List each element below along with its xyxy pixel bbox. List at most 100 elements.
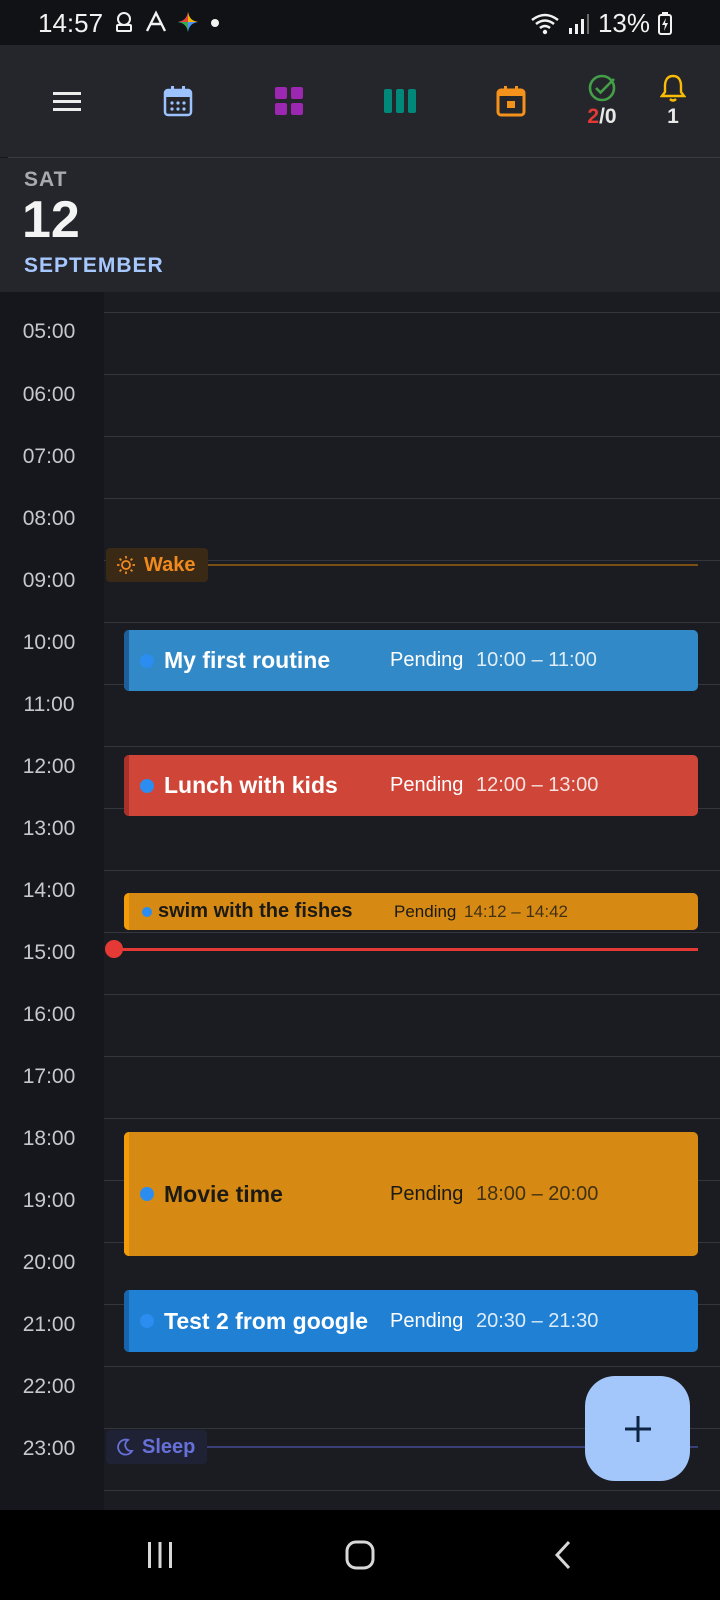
wake-marker[interactable]: Wake (106, 548, 208, 582)
dot-icon (211, 19, 219, 27)
hour-label: 20:00 (22, 1251, 76, 1274)
event-status: Pending (390, 1182, 464, 1205)
menu-button[interactable] (27, 45, 107, 157)
event-title: Movie time (164, 1180, 283, 1207)
tasks-count: 2/0 (587, 105, 616, 129)
event-time-range: 20:30 – 21:30 (476, 1309, 599, 1332)
sleep-marker[interactable]: Sleep (106, 1430, 208, 1464)
tasks-done-count: 2 (587, 105, 600, 128)
event-stripe (124, 1132, 129, 1256)
hour-line (104, 374, 720, 375)
event-dot (140, 653, 154, 668)
event-dot (142, 906, 152, 917)
tasks-counter-button[interactable]: 2/0 (562, 45, 642, 157)
hour-label: 15:00 (22, 941, 76, 964)
home-icon (345, 1540, 375, 1570)
event-time-range: 18:00 – 20:00 (476, 1182, 599, 1205)
hour-label: 22:00 (22, 1375, 76, 1398)
hour-label: 12:00 (22, 755, 76, 778)
sleep-label: Sleep (142, 1435, 196, 1458)
gemini-icon (178, 12, 198, 32)
status-notification-icons (112, 10, 222, 34)
wake-line (200, 564, 698, 566)
recent-apps-button[interactable] (130, 1532, 190, 1578)
moon-icon (117, 1438, 134, 1456)
battery-percent: 13% (597, 8, 650, 38)
add-event-button[interactable] (585, 1376, 690, 1481)
status-time: 14:57 (38, 8, 104, 38)
current-time-line (114, 948, 698, 951)
hour-line (104, 746, 720, 747)
event-status: Pending (394, 901, 457, 921)
hour-line (104, 1490, 720, 1491)
battery-charging-icon (658, 11, 672, 35)
calendar-event-icon (496, 86, 526, 117)
event-dot (140, 1314, 154, 1328)
date-header: SAT 12 SEPTEMBER (0, 158, 720, 292)
event-dot (140, 778, 154, 793)
hour-line (104, 622, 720, 623)
notifications-count: 1 (667, 105, 679, 128)
day-view-button[interactable] (138, 45, 218, 157)
event-status: Pending (390, 1309, 464, 1332)
back-button[interactable] (533, 1532, 593, 1578)
day-schedule[interactable]: 05:00 06:00 07:00 08:00 09:00 10:00 11:0… (0, 292, 720, 1510)
tasks-total-count: 0 (604, 105, 617, 128)
hour-label: 21:00 (22, 1313, 76, 1336)
hour-label: 11:00 (23, 693, 75, 716)
hour-line (104, 932, 720, 933)
hour-label: 10:00 (22, 631, 76, 654)
event-status: Pending (390, 649, 464, 671)
event-card[interactable]: Test 2 from google Pending 20:30 – 21:30 (124, 1290, 698, 1352)
grid-icon (275, 87, 303, 115)
event-stripe (124, 630, 129, 691)
notification-icon (116, 12, 132, 32)
event-card[interactable]: swim with the fishes Pending 14:12 – 14:… (124, 893, 698, 930)
event-time-range: 14:12 – 14:42 (464, 901, 568, 921)
back-icon (554, 1540, 571, 1570)
event-time-range: 10:00 – 11:00 (476, 649, 597, 671)
top-toolbar: 2/0 1 (0, 45, 720, 157)
hour-label: 16:00 (22, 1003, 76, 1026)
weekday-label: SAT (24, 168, 68, 191)
home-button[interactable] (330, 1532, 390, 1578)
hour-line (104, 1118, 720, 1119)
event-stripe (124, 755, 129, 816)
event-title: swim with the fishes (158, 900, 353, 922)
navigation-bar (0, 1510, 720, 1600)
event-title: Lunch with kids (164, 772, 338, 798)
hour-label: 09:00 (22, 569, 76, 592)
notifications-button[interactable]: 1 (633, 45, 713, 157)
hour-label: 05:00 (22, 320, 76, 343)
hour-label: 23:00 (22, 1437, 76, 1460)
event-card[interactable]: Lunch with kids Pending 12:00 – 13:00 (124, 755, 698, 816)
check-circle-icon (588, 74, 616, 102)
sun-icon (117, 556, 135, 574)
recent-apps-icon (148, 1542, 172, 1568)
grid-view-button[interactable] (249, 45, 329, 157)
hour-label: 19:00 (22, 1189, 76, 1212)
event-card[interactable]: My first routine Pending 10:00 – 11:00 (124, 630, 698, 691)
date-number: 12 (22, 191, 80, 249)
event-status: Pending (390, 774, 464, 796)
hour-label: 06:00 (22, 383, 76, 406)
month-label: SEPTEMBER (24, 254, 164, 277)
month-view-button[interactable] (471, 45, 551, 157)
status-bar: 14:57 13% (0, 0, 720, 45)
event-stripe (124, 893, 129, 930)
hour-label: 17:00 (22, 1065, 76, 1088)
hour-line (104, 870, 720, 871)
hour-line (104, 1366, 720, 1367)
event-dot (140, 1187, 154, 1201)
week-view-button[interactable] (360, 45, 440, 157)
hour-label: 07:00 (22, 445, 76, 468)
menu-icon (53, 92, 81, 111)
hour-line (104, 498, 720, 499)
current-time-dot (105, 940, 123, 958)
status-right: 13% (530, 8, 672, 39)
event-card[interactable]: Movie time Pending 18:00 – 20:00 (124, 1132, 698, 1256)
hour-label: 14:00 (22, 879, 76, 902)
wake-label: Wake (144, 553, 196, 576)
hour-label: 13:00 (22, 817, 76, 840)
columns-icon (384, 89, 416, 113)
